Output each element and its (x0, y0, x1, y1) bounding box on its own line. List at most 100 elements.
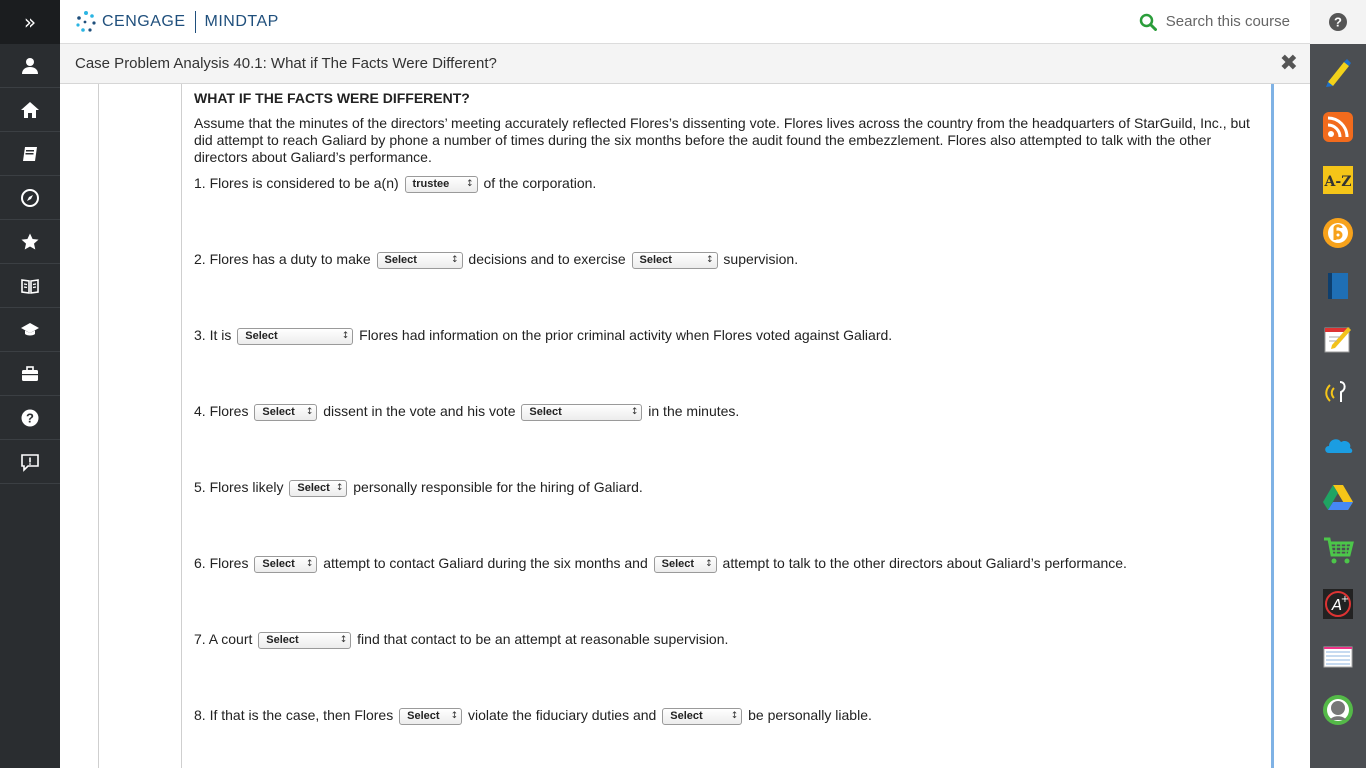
item-text: Flores had information on the prior crim… (359, 327, 893, 343)
dock-rss[interactable] (1310, 100, 1366, 153)
frame-border-inner (181, 84, 182, 768)
dock-ebook[interactable] (1310, 259, 1366, 312)
frame-border-left (98, 84, 99, 768)
sidebar-item-courses[interactable] (0, 308, 60, 352)
question-item-7: 7. A court Select find that contact to b… (194, 629, 1258, 705)
double-chevron-icon: » (23, 10, 37, 34)
flashcards-icon (1323, 646, 1353, 667)
item-text: 7. A court (194, 631, 253, 647)
question-item-3: 3. It is Select Flores had information o… (194, 325, 1258, 401)
activity-title: Case Problem Analysis 40.1: What if The … (75, 55, 497, 72)
answer-dropdown[interactable]: Select (254, 403, 318, 421)
item-text: personally responsible for the hiring of… (353, 479, 643, 495)
svg-text:?: ? (1334, 15, 1342, 30)
highlighter-icon (1326, 59, 1351, 87)
a-z-glossary-icon: A-Z (1323, 165, 1353, 194)
dock-profile[interactable] (1310, 683, 1366, 736)
app-dock: A-Z A + (1310, 44, 1366, 768)
sidebar-item-reading[interactable] (0, 264, 60, 308)
dock-notes[interactable] (1310, 312, 1366, 365)
dock-onedrive[interactable] (1310, 418, 1366, 471)
sidebar-item-notebook[interactable] (0, 132, 60, 176)
answer-dropdown[interactable]: Select (258, 631, 352, 649)
cengage-mindtap-logo[interactable]: CENGAGE MINDTAP (74, 10, 279, 34)
answer-dropdown[interactable]: Select (399, 707, 463, 725)
svg-text:A-Z: A-Z (1324, 174, 1352, 190)
item-text: dissent in the vote and his vote (323, 403, 516, 419)
rss-icon (1323, 111, 1353, 142)
question-item-8: 8. If that is the case, then Flores Sele… (194, 705, 1258, 768)
item-text: 3. It is (194, 327, 232, 343)
item-text: decisions and to exercise (468, 251, 626, 267)
sidebar-item-home[interactable] (0, 88, 60, 132)
feedback-icon (21, 453, 39, 472)
sidebar-item-career[interactable] (0, 352, 60, 396)
help-button[interactable]: ? (1310, 0, 1366, 44)
dock-google-drive[interactable] (1310, 471, 1366, 524)
user-icon (22, 57, 38, 74)
sidebar-item-favorites[interactable] (0, 220, 60, 264)
activity-header: Case Problem Analysis 40.1: What if The … (60, 44, 1310, 84)
home-icon (21, 101, 39, 118)
top-header: CENGAGE MINDTAP Search this course (60, 0, 1310, 44)
answer-dropdown[interactable]: Select (653, 555, 717, 573)
question-item-1: 1. Flores is considered to be a(n) trust… (194, 173, 1258, 249)
answer-dropdown[interactable]: trustee (404, 175, 478, 193)
sidebar-item-explore[interactable] (0, 176, 60, 220)
item-text: attempt to talk to the other directors a… (722, 555, 1127, 571)
close-activity-button[interactable]: ✖ (1280, 51, 1298, 76)
help-icon: ? (21, 409, 39, 426)
brand-cengage: CENGAGE (102, 12, 186, 30)
search-icon (1139, 13, 1157, 31)
sidebar-item-feedback[interactable] (0, 440, 60, 484)
question-item-5: 5. Flores likely Select personally respo… (194, 477, 1258, 553)
dock-flashcards[interactable] (1310, 630, 1366, 683)
dock-cart[interactable] (1310, 524, 1366, 577)
activity-content: WHAT IF THE FACTS WERE DIFFERENT? Assume… (60, 84, 1310, 768)
dock-readspeaker[interactable] (1310, 206, 1366, 259)
aplus-icon: A+ (1323, 588, 1353, 619)
answer-dropdown[interactable]: Select (254, 555, 318, 573)
dock-aplus[interactable]: A + (1310, 577, 1366, 630)
item-text: 1. Flores is considered to be a(n) (194, 175, 399, 191)
open-book-icon (21, 278, 39, 294)
dock-audio[interactable] (1310, 365, 1366, 418)
dock-highlighter[interactable] (1310, 44, 1366, 100)
frame-border-right (1271, 84, 1274, 768)
item-text: 6. Flores (194, 555, 249, 571)
question-item-2: 2. Flores has a duty to make Select deci… (194, 249, 1258, 325)
dock-glossary[interactable]: A-Z (1310, 153, 1366, 206)
expand-sidebar-button[interactable]: » (0, 0, 60, 44)
item-text: 5. Flores likely (194, 479, 284, 495)
question-item-6: 6. Flores Select attempt to contact Gali… (194, 553, 1258, 629)
item-text: supervision. (723, 251, 799, 267)
answer-dropdown[interactable]: Select (521, 403, 643, 421)
answer-dropdown[interactable]: Select (631, 251, 718, 269)
left-sidebar: » ? (0, 0, 60, 768)
question-scenario: Assume that the minutes of the directors… (194, 115, 1250, 165)
help-icon: ? (1329, 13, 1347, 31)
answer-dropdown[interactable]: Select (237, 327, 354, 345)
item-text: be personally liable. (748, 707, 872, 723)
compass-icon (21, 188, 39, 207)
course-search[interactable]: Search this course (1139, 13, 1290, 31)
question-panel: WHAT IF THE FACTS WERE DIFFERENT? Assume… (194, 90, 1258, 768)
answer-dropdown[interactable]: Select (376, 251, 463, 269)
item-text: 4. Flores (194, 403, 249, 419)
readspeaker-icon (1323, 217, 1353, 248)
question-heading: WHAT IF THE FACTS WERE DIFFERENT? (194, 90, 470, 106)
search-input[interactable]: Search this course (1166, 13, 1290, 30)
sidebar-item-profile[interactable] (0, 44, 60, 88)
google-drive-icon (1323, 484, 1353, 510)
notebook-icon (23, 146, 37, 161)
graduation-cap-icon (21, 322, 39, 335)
star-icon (21, 233, 39, 249)
item-text: in the minutes. (648, 403, 740, 419)
answer-dropdown[interactable]: Select (289, 479, 348, 497)
profile-app-icon (1323, 694, 1353, 725)
item-text: violate the fiduciary duties and (468, 707, 657, 723)
item-text: attempt to contact Galiard during the si… (323, 555, 648, 571)
sidebar-item-help[interactable]: ? (0, 396, 60, 440)
item-text: find that contact to be an attempt at re… (357, 631, 729, 647)
answer-dropdown[interactable]: Select (662, 707, 743, 725)
